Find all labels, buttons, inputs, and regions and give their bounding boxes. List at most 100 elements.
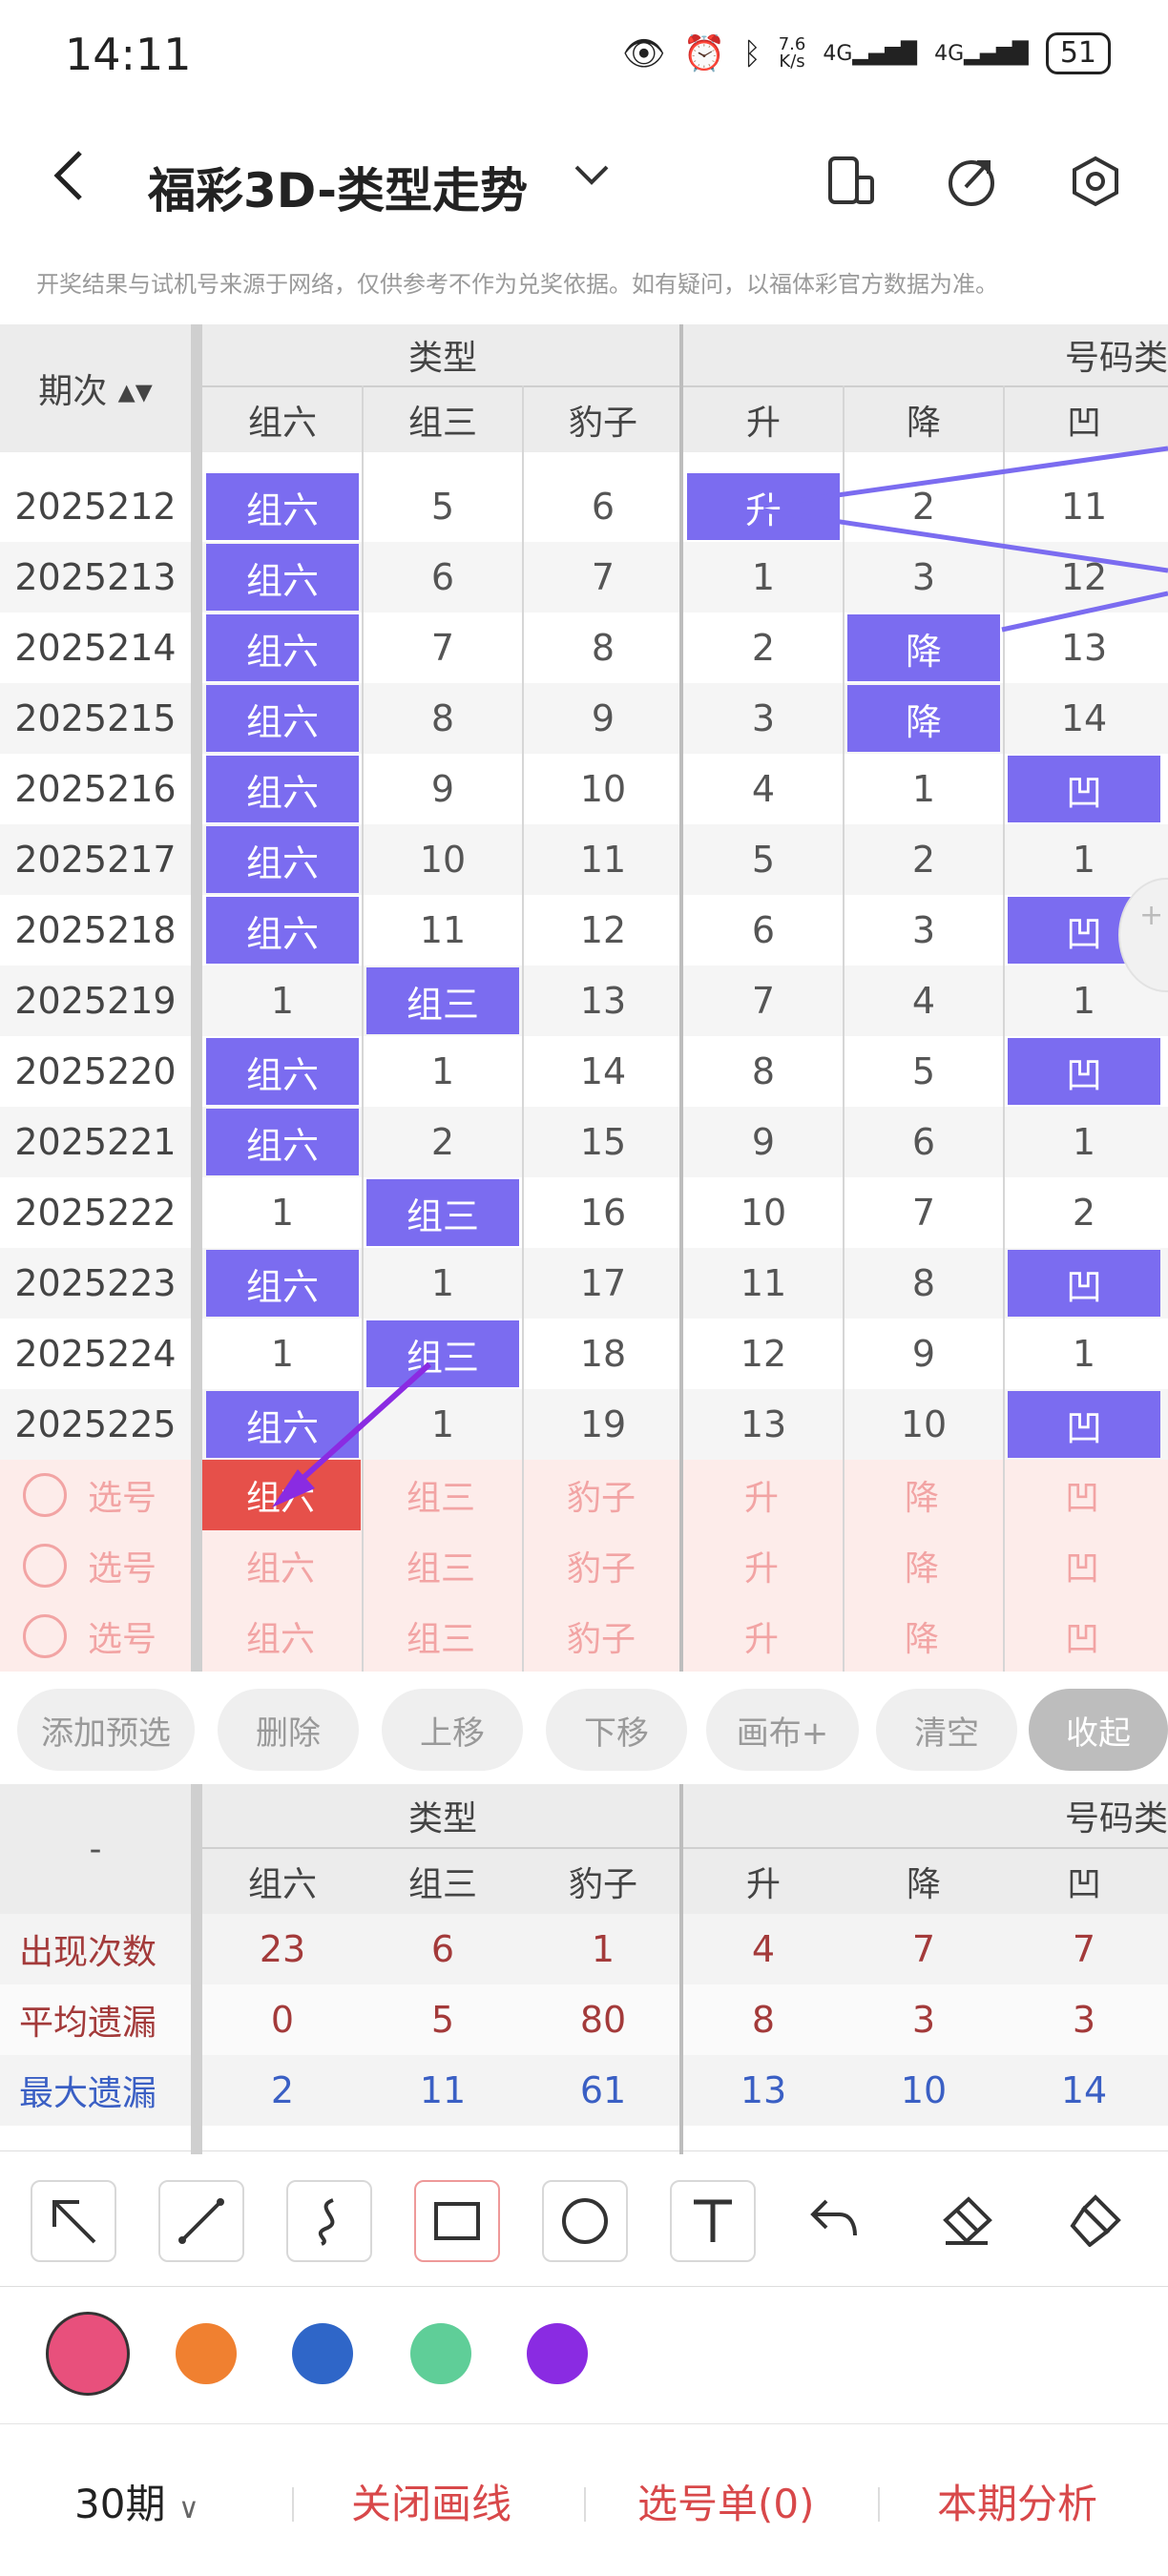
omission-cell: 1: [1072, 1121, 1096, 1163]
arrow-tool-icon[interactable]: [31, 2180, 116, 2262]
period-cell: 2025222: [14, 1192, 177, 1234]
settings-icon[interactable]: [1069, 155, 1122, 208]
selection-list-button[interactable]: 选号单(0): [637, 2472, 815, 2530]
omission-cell: 11: [740, 1262, 787, 1304]
stats-value: 1: [591, 1928, 615, 1970]
back-arrow-icon[interactable]: [50, 147, 88, 218]
radio-circle-icon[interactable]: [23, 1544, 67, 1588]
period-cell: 2025212: [14, 486, 177, 528]
prediction-cell[interactable]: 组三: [361, 1601, 521, 1672]
omission-cell: 3: [911, 556, 936, 598]
action-button[interactable]: 删除: [218, 1689, 359, 1771]
omission-cell: 8: [751, 1050, 776, 1092]
share-icon[interactable]: [945, 155, 998, 208]
omission-cell: 3: [751, 697, 776, 739]
omission-cell: 6: [911, 1121, 936, 1163]
status-bar: 14:11 👁 ⏰ ᛒ 7.6 K/s 4G▂▄▆█ 4G▂▄▆█ 51: [0, 0, 1168, 114]
action-button[interactable]: 下移: [546, 1689, 687, 1771]
chevron-down-icon[interactable]: [573, 156, 611, 198]
text-tool-icon[interactable]: [670, 2180, 756, 2262]
stats-label: 出现次数: [19, 1933, 157, 1972]
period-cell: 2025218: [14, 909, 177, 951]
omission-cell: 8: [430, 697, 455, 739]
prediction-label: 选号: [88, 1549, 157, 1589]
prediction-cell[interactable]: 凹: [1002, 1601, 1162, 1672]
prediction-cell[interactable]: 组六: [200, 1460, 361, 1530]
prediction-cell[interactable]: 升: [681, 1530, 842, 1601]
omission-cell: 2: [430, 1121, 455, 1163]
hit-cell: 组三: [366, 1320, 519, 1387]
prediction-cell[interactable]: 组三: [361, 1460, 521, 1530]
battery-icon: 51: [1045, 32, 1111, 74]
prediction-cell[interactable]: 降: [842, 1530, 1002, 1601]
action-button[interactable]: 画布+: [706, 1689, 859, 1771]
omission-cell: 5: [430, 486, 455, 528]
omission-cell: 10: [419, 839, 467, 881]
prediction-cell[interactable]: 豹子: [521, 1601, 681, 1672]
color-swatch[interactable]: [46, 2312, 130, 2396]
omission-cell: 9: [911, 1333, 936, 1375]
color-palette: [0, 2286, 1168, 2423]
action-button[interactable]: 收起: [1029, 1689, 1168, 1771]
radio-circle-icon[interactable]: [23, 1614, 67, 1658]
omission-cell: 13: [579, 980, 627, 1022]
stats-column-header: 豹子: [568, 1865, 637, 1904]
omission-cell: 13: [740, 1403, 787, 1445]
hit-cell: 凹: [1008, 1391, 1160, 1458]
line-tool-icon[interactable]: [158, 2180, 244, 2262]
prediction-cell[interactable]: 升: [681, 1460, 842, 1530]
group-header-type: 类型: [407, 339, 477, 378]
phone-layout-icon[interactable]: [824, 155, 878, 208]
radio-circle-icon[interactable]: [23, 1473, 67, 1517]
curve-tool-icon[interactable]: [286, 2180, 372, 2262]
color-swatch[interactable]: [176, 2323, 237, 2384]
omission-cell: 11: [1060, 486, 1108, 528]
prediction-cell[interactable]: 组六: [200, 1530, 361, 1601]
prediction-cell[interactable]: 豹子: [521, 1460, 681, 1530]
group-header-number: 号码类: [1064, 339, 1168, 378]
action-button[interactable]: 添加预选: [17, 1689, 195, 1771]
color-swatch[interactable]: [292, 2323, 353, 2384]
omission-cell: 7: [911, 1192, 936, 1234]
action-button[interactable]: 清空: [876, 1689, 1017, 1771]
clear-all-brush-icon[interactable]: [1069, 2193, 1122, 2251]
action-button[interactable]: 上移: [382, 1689, 523, 1771]
color-swatch[interactable]: [527, 2323, 588, 2384]
circle-tool-icon[interactable]: [542, 2180, 628, 2262]
color-swatch[interactable]: [410, 2323, 471, 2384]
hit-cell: 组六: [206, 544, 359, 611]
column-header: 凹: [1066, 404, 1101, 443]
prediction-cell[interactable]: 组三: [361, 1530, 521, 1601]
undo-icon[interactable]: [807, 2193, 861, 2251]
prediction-cell[interactable]: 降: [842, 1601, 1002, 1672]
prediction-cell[interactable]: 凹: [1002, 1530, 1162, 1601]
stats-value: 7: [911, 1928, 936, 1970]
disclaimer-text: 开奖结果与试机号来源于网络，仅供参考不作为兑奖依据。如有疑问，以福体彩官方数据为…: [36, 271, 998, 298]
omission-cell: 7: [751, 980, 776, 1022]
rectangle-tool-icon[interactable]: [414, 2180, 500, 2262]
omission-cell: 9: [751, 1121, 776, 1163]
omission-cell: 5: [751, 839, 776, 881]
prediction-cell[interactable]: 组六: [200, 1601, 361, 1672]
omission-cell: 10: [740, 1192, 787, 1234]
omission-cell: 1: [430, 1262, 455, 1304]
close-draw-button[interactable]: 关闭画线: [351, 2472, 511, 2530]
analysis-button[interactable]: 本期分析: [937, 2472, 1097, 2530]
signal-icon: 4G▂▄▆█: [823, 41, 918, 66]
prediction-cell[interactable]: 降: [842, 1460, 1002, 1530]
page-title[interactable]: 福彩3D-类型走势: [148, 153, 528, 221]
stats-value: 61: [579, 2069, 627, 2111]
stats-group-type: 类型: [407, 1799, 477, 1839]
omission-cell: 14: [1060, 697, 1108, 739]
prediction-cell[interactable]: 豹子: [521, 1530, 681, 1601]
prediction-cell[interactable]: 升: [681, 1601, 842, 1672]
omission-cell: 13: [1060, 627, 1108, 669]
omission-cell: 18: [579, 1333, 627, 1375]
period-select[interactable]: 30期 ∨: [74, 2472, 199, 2530]
stats-value: 4: [751, 1928, 776, 1970]
omission-cell: 1: [751, 556, 776, 598]
eraser-icon[interactable]: [940, 2193, 993, 2251]
prediction-cell[interactable]: 凹: [1002, 1460, 1162, 1530]
period-header[interactable]: 期次 ▴▾: [0, 324, 191, 452]
app-header: 福彩3D-类型走势: [0, 124, 1168, 239]
